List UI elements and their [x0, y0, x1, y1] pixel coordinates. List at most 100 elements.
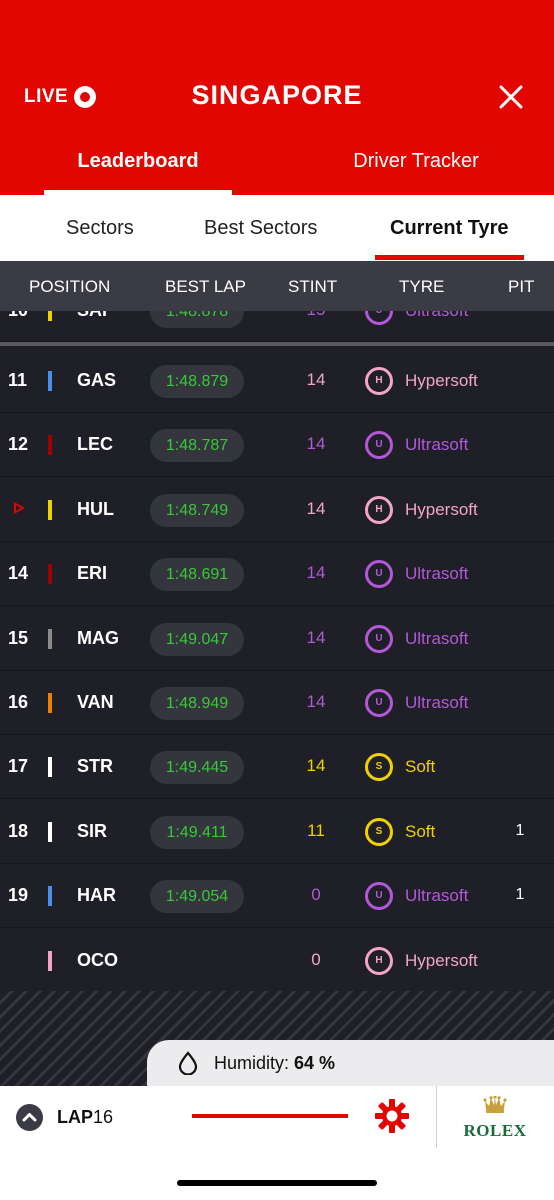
tab-driver-tracker[interactable]: Driver Tracker	[296, 150, 536, 173]
leaderboard-list[interactable]: 10 SAI 1:48.878 15 U Ultrasoft 11GAS1:48…	[0, 311, 554, 991]
gear-icon[interactable]	[372, 1096, 412, 1136]
sponsor-logo: ROLEX	[455, 1095, 535, 1141]
team-color-bar	[48, 564, 52, 585]
tyre-compound-icon: U	[365, 624, 393, 653]
driver-code: ERI	[77, 563, 108, 584]
sponsor-name: ROLEX	[463, 1121, 527, 1140]
stint-laps: 14	[306, 498, 326, 518]
team-color-bar	[48, 311, 52, 321]
position-number: 10	[8, 311, 34, 321]
tyre-name: Hypersoft	[405, 371, 478, 390]
best-lap-time: 1:48.691	[150, 558, 244, 592]
team-color-bar	[48, 886, 52, 907]
driver-code: VAN	[77, 692, 114, 712]
table-row[interactable]: 19 HAR 1:49.054 0 U Ultrasoft 1	[0, 864, 554, 929]
tyre-compound-icon: S	[365, 817, 393, 846]
table-row[interactable]: HUL 1:48.749 14 H Hypersoft	[0, 478, 554, 542]
tyre-name: Ultrasoft	[405, 693, 469, 712]
page-title: SINGAPORE	[191, 80, 363, 110]
pit-stops: 1	[515, 821, 525, 839]
tyre-compound-icon: U	[365, 560, 393, 589]
driver-code: SAI	[77, 311, 107, 321]
column-header-position: POSITION	[29, 277, 111, 296]
lap-counter: LAP16	[57, 1107, 113, 1128]
position-number: 16	[8, 692, 29, 712]
driver-code: HAR	[77, 885, 116, 906]
stint-laps: 11	[307, 820, 325, 840]
position-gain-arrow-icon	[14, 501, 25, 514]
close-icon[interactable]	[494, 80, 528, 114]
tyre-name: Soft	[405, 821, 436, 841]
table-row[interactable]: 15 MAG 1:49.047 14 U Ultrasoft	[0, 607, 554, 671]
team-color-bar	[48, 435, 52, 456]
tyre-name: Hypersoft	[405, 950, 478, 970]
best-lap-time: 1:48.749	[150, 493, 244, 527]
column-header-row: POSITION BEST LAP STINT TYRE PIT	[0, 261, 554, 311]
table-row[interactable]: 16 VAN 1:48.949 14 U Ultrasoft	[0, 671, 554, 735]
table-row[interactable]: OCO 0 H Hypersoft	[0, 929, 554, 991]
lap-prefix: LAP	[57, 1107, 93, 1127]
team-color-bar	[48, 693, 52, 713]
best-lap-time: 1:49.445	[150, 751, 244, 785]
subtab-current-tyre[interactable]: Current Tyre	[390, 217, 509, 240]
table-row[interactable]: 14 ERI 1:48.691 14 U Ultrasoft	[0, 542, 554, 607]
stint-laps: 14	[306, 370, 326, 389]
subtab-sectors[interactable]: Sectors	[66, 217, 134, 240]
best-lap-time: 1:49.054	[150, 880, 244, 914]
water-drop-icon	[178, 1051, 198, 1075]
tyre-compound-icon: H	[365, 946, 393, 975]
table-row-partial[interactable]: 10 SAI 1:48.878 15 U Ultrasoft	[0, 311, 554, 342]
tyre-compound-icon: U	[365, 311, 393, 325]
driver-code: GAS	[77, 370, 117, 390]
driver-code: MAG	[77, 627, 119, 648]
team-color-bar	[48, 757, 52, 778]
active-subtab-indicator	[375, 255, 524, 260]
tyre-compound-icon: S	[365, 753, 393, 782]
position-number: 14	[8, 563, 29, 584]
table-row[interactable]: 17 STR 1:49.445 14 S Soft	[0, 735, 554, 800]
team-color-bar	[48, 821, 52, 842]
tyre-name: Ultrasoft	[405, 435, 469, 455]
best-lap-time: 1:48.879	[150, 365, 244, 398]
driver-code: STR	[77, 756, 113, 777]
driver-code: LEC	[77, 434, 113, 455]
column-header-best-lap: BEST LAP	[165, 277, 246, 296]
stint-laps: 14	[306, 756, 326, 776]
position-number: 15	[8, 627, 29, 648]
table-row[interactable]: 11 GAS 1:48.879 14 H Hypersoft	[0, 349, 554, 413]
humidity-value: 64 %	[294, 1053, 336, 1073]
tyre-name: Ultrasoft	[405, 628, 469, 648]
position-number: 19	[8, 885, 29, 906]
tyre-compound-icon: H	[365, 495, 393, 524]
stint-laps: 0	[311, 949, 321, 969]
table-row[interactable]: 12 LEC 1:48.787 14 U Ultrasoft	[0, 413, 554, 478]
stint-laps: 14	[306, 563, 326, 583]
column-header-pit: PIT	[508, 277, 535, 296]
tyre-compound-icon: U	[365, 431, 393, 460]
tyre-name: Soft	[405, 757, 436, 777]
driver-code: OCO	[77, 949, 119, 970]
team-color-bar	[48, 371, 52, 391]
footer-bar: LAP16 ROLEX	[0, 1086, 554, 1200]
subtab-bar: Sectors Best Sectors Current Tyre	[0, 195, 554, 261]
race-progress-bar	[192, 1114, 348, 1118]
subtab-best-sectors[interactable]: Best Sectors	[204, 217, 317, 240]
stint-laps: 14	[306, 692, 326, 711]
stint-laps: 14	[306, 627, 326, 647]
home-indicator[interactable]	[177, 1180, 377, 1186]
best-lap-time: 1:48.878	[150, 311, 244, 328]
team-color-bar	[48, 628, 52, 649]
tyre-compound-icon: H	[365, 367, 393, 395]
best-lap-time: 1:48.787	[150, 429, 244, 463]
header: LIVE SINGAPORE Leaderboard Driver Tracke…	[0, 0, 554, 195]
best-lap-time: 1:48.949	[150, 687, 244, 720]
tyre-compound-icon: U	[365, 689, 393, 717]
column-header-stint: STINT	[288, 277, 338, 296]
tab-leaderboard[interactable]: Leaderboard	[44, 150, 232, 173]
column-header-tyre: TYRE	[399, 277, 445, 296]
best-lap-time: 1:49.411	[150, 815, 244, 849]
app-root: LIVE SINGAPORE Leaderboard Driver Tracke…	[0, 0, 554, 1200]
chevron-up-icon[interactable]	[16, 1104, 43, 1131]
position-number: 17	[8, 756, 29, 777]
table-row[interactable]: 18 SIR 1:49.411 11 S Soft 1	[0, 800, 554, 864]
